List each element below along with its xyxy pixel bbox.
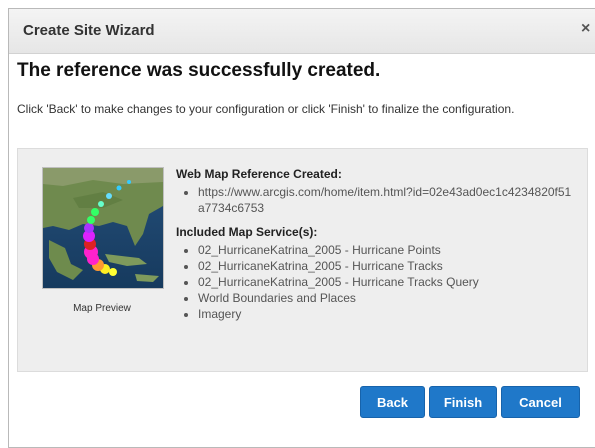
reference-info: Web Map Reference Created: https://www.a… [176, 167, 576, 322]
back-button[interactable]: Back [360, 386, 425, 418]
service-item: 02_HurricaneKatrina_2005 - Hurricane Tra… [198, 258, 576, 274]
map-preview-image [42, 167, 164, 289]
summary-panel: Map Preview Web Map Reference Created: h… [17, 148, 588, 372]
reference-url[interactable]: https://www.arcgis.com/home/item.html?id… [198, 184, 576, 216]
reference-list: https://www.arcgis.com/home/item.html?id… [176, 184, 576, 216]
success-heading: The reference was successfully created. [17, 60, 381, 81]
services-list: 02_HurricaneKatrina_2005 - Hurricane Poi… [176, 242, 576, 322]
service-item: Imagery [198, 306, 576, 322]
dialog-title: Create Site Wizard [23, 22, 155, 39]
instructions-text: Click 'Back' to make changes to your con… [17, 102, 515, 116]
service-item: 02_HurricaneKatrina_2005 - Hurricane Tra… [198, 274, 576, 290]
dialog-titlebar: Create Site Wizard × [9, 9, 595, 54]
reference-title: Web Map Reference Created: [176, 167, 342, 181]
map-preview-caption: Map Preview [73, 303, 131, 314]
finish-button[interactable]: Finish [429, 386, 497, 418]
cancel-button[interactable]: Cancel [501, 386, 580, 418]
service-item: 02_HurricaneKatrina_2005 - Hurricane Poi… [198, 242, 576, 258]
services-title: Included Map Service(s): [176, 225, 318, 239]
close-icon[interactable]: × [581, 20, 590, 38]
service-item: World Boundaries and Places [198, 290, 576, 306]
